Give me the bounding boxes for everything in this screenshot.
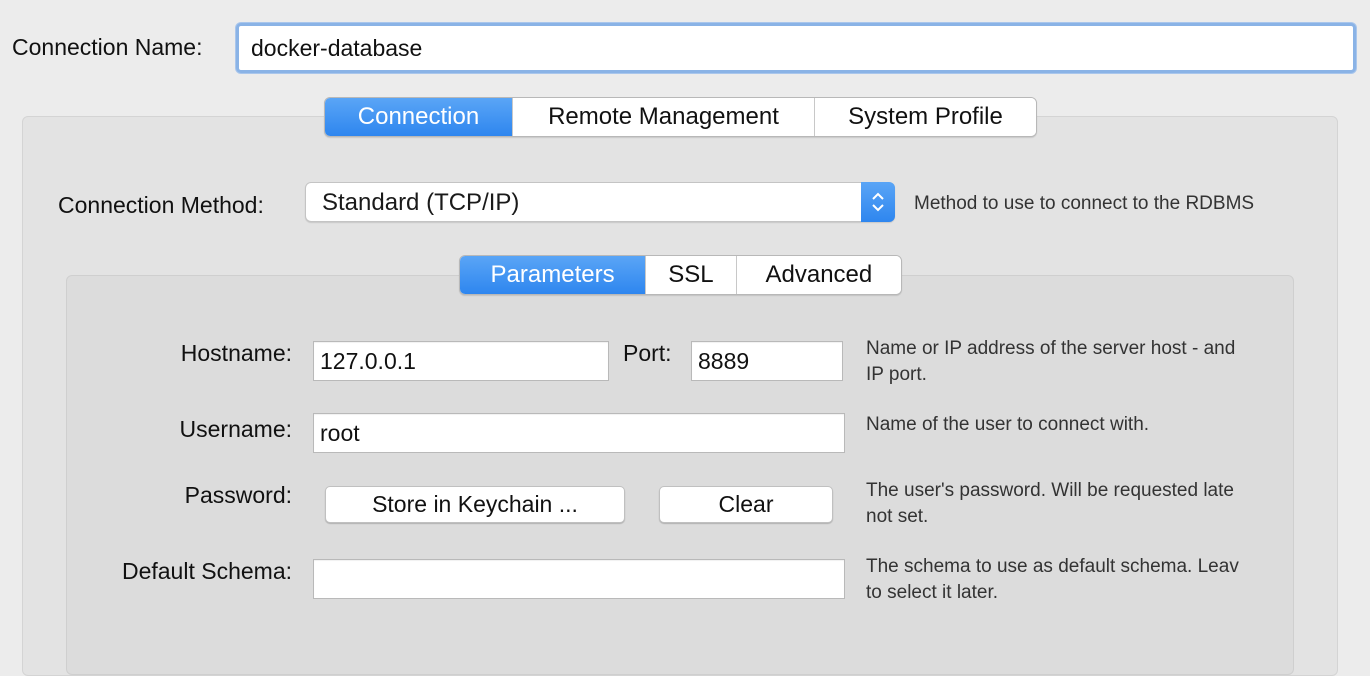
- port-label: Port:: [623, 340, 672, 366]
- hostname-description-line: Name or IP address of the server host - …: [866, 338, 1236, 359]
- hostname-label: Hostname:: [180, 340, 292, 366]
- tab-connection[interactable]: Connection: [325, 98, 513, 136]
- username-description: Name of the user to connect with.: [866, 412, 1286, 438]
- store-in-keychain-button[interactable]: Store in Keychain ...: [325, 486, 625, 523]
- connection-method-label: Connection Method:: [58, 192, 264, 218]
- password-description-line: not set.: [866, 506, 929, 527]
- tab-parameters[interactable]: Parameters: [460, 256, 647, 294]
- tab-advanced[interactable]: Advanced: [736, 256, 901, 294]
- password-description-line: The user's password. Will be requested l…: [866, 480, 1234, 501]
- connection-name-input[interactable]: docker-database: [236, 23, 1356, 73]
- connection-method-value: Standard (TCP/IP): [322, 189, 520, 216]
- username-description-line: Name of the user to connect with.: [866, 414, 1150, 435]
- default-schema-description-line: The schema to use as default schema. Lea…: [866, 556, 1239, 577]
- clear-password-button[interactable]: Clear: [659, 486, 833, 523]
- parameters-panel: [66, 275, 1294, 675]
- default-schema-description-line: to select it later.: [866, 582, 999, 603]
- connection-method-description: Method to use to connect to the RDBMS: [914, 193, 1255, 214]
- main-tab-bar: Connection Remote Management System Prof…: [324, 97, 1037, 137]
- sub-tab-bar: Parameters SSL Advanced: [459, 255, 902, 295]
- tab-remote-management[interactable]: Remote Management: [513, 98, 815, 136]
- username-label: Username:: [179, 416, 292, 442]
- default-schema-description: The schema to use as default schema. Lea…: [866, 554, 1286, 606]
- hostname-input[interactable]: 127.0.0.1: [313, 341, 609, 381]
- tab-ssl[interactable]: SSL: [646, 256, 737, 294]
- chevron-up-down-icon[interactable]: [861, 182, 895, 222]
- hostname-description-line: IP port.: [866, 364, 927, 385]
- connection-method-select[interactable]: Standard (TCP/IP): [305, 182, 895, 222]
- port-input[interactable]: 8889: [691, 341, 843, 381]
- password-label: Password:: [184, 482, 292, 508]
- tab-system-profile[interactable]: System Profile: [815, 98, 1036, 136]
- default-schema-label: Default Schema:: [121, 558, 292, 584]
- username-input[interactable]: root: [313, 413, 845, 453]
- default-schema-input[interactable]: [313, 559, 845, 599]
- hostname-description: Name or IP address of the server host - …: [866, 336, 1286, 388]
- password-description: The user's password. Will be requested l…: [866, 478, 1286, 530]
- connection-name-label: Connection Name:: [12, 34, 203, 60]
